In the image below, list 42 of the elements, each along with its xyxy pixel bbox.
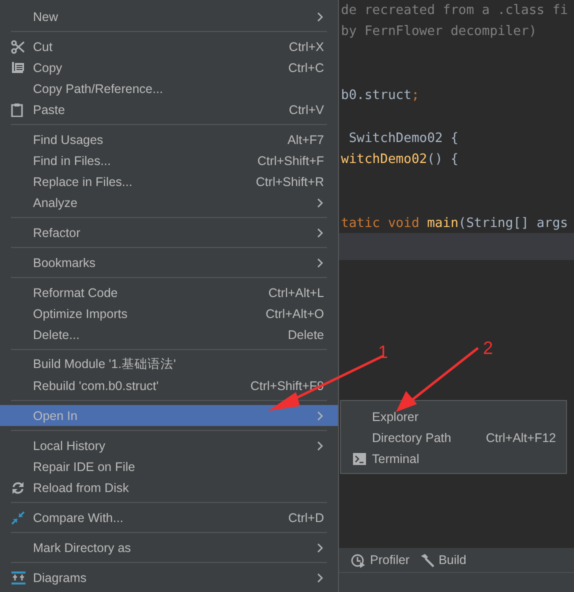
tool-window-button[interactable]: Build bbox=[420, 552, 466, 568]
menu-item[interactable]: Cut Ctrl+X bbox=[0, 36, 338, 57]
menu-item[interactable]: New bbox=[0, 6, 338, 27]
diagram-icon bbox=[11, 570, 26, 584]
menu-item[interactable]: Find Usages Alt+F7 bbox=[0, 129, 338, 150]
code-line: by FernFlower decompiler) bbox=[340, 23, 538, 42]
menu-item[interactable]: Repair IDE on File bbox=[0, 456, 338, 477]
menu-item[interactable]: Find in Files... Ctrl+Shift+F bbox=[0, 150, 338, 171]
hammer-icon bbox=[420, 552, 435, 568]
menu-item[interactable]: Reload from Disk bbox=[0, 477, 338, 498]
menu-item[interactable]: Compare With... Ctrl+D bbox=[0, 507, 338, 528]
menu-item[interactable]: Reformat Code Ctrl+Alt+L bbox=[0, 282, 338, 303]
menu-item[interactable]: Mark Directory as bbox=[0, 537, 338, 558]
terminal-icon bbox=[353, 452, 366, 464]
menu-item[interactable]: Build Module '1.基础语法' bbox=[0, 354, 338, 375]
cut-icon bbox=[11, 40, 25, 54]
menu-item[interactable]: Bookmarks bbox=[0, 252, 338, 273]
menu-item[interactable]: Analyze bbox=[0, 192, 338, 213]
menu-item[interactable]: Terminal bbox=[341, 448, 566, 469]
menu-item[interactable]: Optimize Imports Ctrl+Alt+O bbox=[0, 303, 338, 324]
menu-item[interactable]: Replace in Files... Ctrl+Shift+R bbox=[0, 171, 338, 192]
menu-item[interactable]: Refactor bbox=[0, 222, 338, 243]
code-line: witchDemo02() { bbox=[340, 151, 460, 170]
menu-item[interactable]: Directory Path Ctrl+Alt+F12 bbox=[341, 427, 566, 448]
compare-icon bbox=[11, 510, 25, 524]
code-line: SwitchDemo02 { bbox=[348, 130, 460, 148]
reload-icon bbox=[11, 480, 25, 494]
code-line: b0.struct; bbox=[340, 87, 420, 106]
tool-window-button[interactable]: Profiler bbox=[351, 552, 410, 568]
copy-icon bbox=[11, 60, 25, 74]
code-line: de recreated from a .class fi bbox=[340, 2, 569, 20]
annotation-number: 2 bbox=[483, 338, 494, 358]
clipboard-icon bbox=[11, 102, 23, 116]
menu-item[interactable]: Diagrams bbox=[0, 567, 338, 588]
menu-item[interactable]: Local History bbox=[0, 435, 338, 456]
menu-item[interactable]: Explorer bbox=[341, 406, 566, 427]
menu-item[interactable]: Delete... Delete bbox=[0, 324, 338, 345]
menu-item[interactable]: Copy Path/Reference... bbox=[0, 78, 338, 99]
code-line: tatic void main(String[] args bbox=[340, 214, 569, 233]
menu-item[interactable]: Copy Ctrl+C bbox=[0, 57, 338, 78]
profiler-icon bbox=[351, 552, 366, 568]
menu-item[interactable]: Paste Ctrl+V bbox=[0, 99, 338, 120]
